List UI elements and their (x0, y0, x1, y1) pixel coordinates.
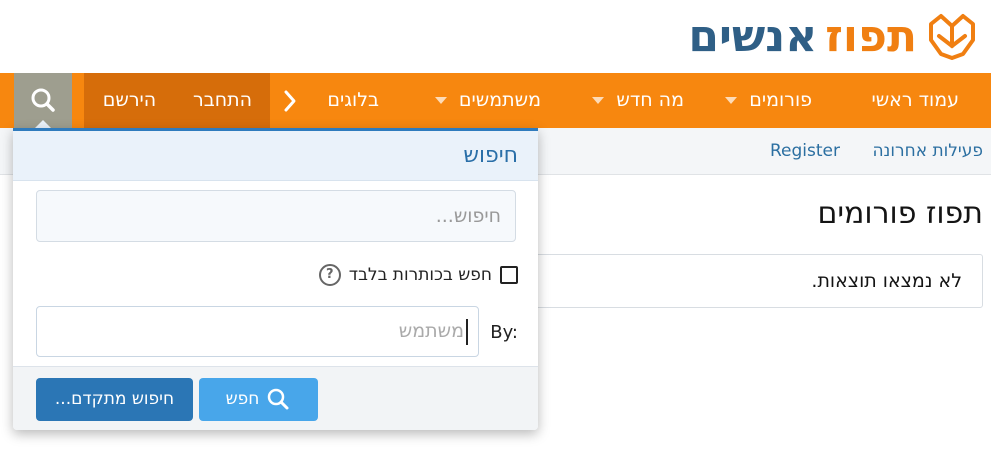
search-icon (268, 388, 289, 410)
chevron-down-icon (434, 97, 447, 104)
search-button-label: חפש (225, 389, 260, 409)
nav-blogs[interactable]: בלוגים (327, 73, 379, 128)
subnav-register[interactable]: Register (770, 128, 840, 174)
nav-whats-new[interactable]: מה חדש (592, 73, 684, 128)
advanced-search-button[interactable]: חיפוש מתקדם... (36, 378, 193, 421)
site-logo[interactable]: תפוז אנשים (688, 8, 979, 66)
chevron-down-icon (592, 97, 605, 104)
search-panel-title: חיפוש (463, 143, 518, 168)
logo-text-primary: תפוז (825, 11, 917, 62)
chevron-down-icon (725, 97, 738, 104)
subnav-recent-activity[interactable]: פעילות אחרונה (872, 128, 983, 174)
nav-members-label: משתמשים (458, 89, 541, 111)
nav-forums[interactable]: פורומים (725, 73, 812, 128)
nav-members[interactable]: משתמשים (434, 73, 541, 128)
search-panel-header: חיפוש (13, 128, 538, 181)
search-panel-footer: חפש חיפוש מתקדם... (13, 366, 538, 430)
logo-icon (929, 14, 975, 60)
nav-home[interactable]: עמוד ראשי (871, 73, 959, 128)
user-input[interactable]: משתמש (36, 306, 479, 357)
nav-whats-new-label: מה חדש (616, 89, 684, 111)
main-nav: עמוד ראשי פורומים מה חדש משתמשים בלוגים … (0, 73, 991, 128)
nav-forums-label: פורומים (749, 89, 812, 111)
titles-only-option[interactable]: חפש בכותרות בלבד ? (318, 261, 518, 289)
titles-only-checkbox[interactable] (500, 266, 518, 284)
page-title: תפוז פורומים (817, 196, 983, 231)
no-results-message: לא נמצאו תוצאות. (811, 270, 962, 292)
nav-login[interactable]: התחבר (175, 73, 270, 128)
text-cursor (466, 318, 468, 345)
logo-text-secondary: אנשים (688, 11, 818, 62)
help-icon[interactable]: ? (318, 264, 341, 286)
user-input-placeholder: משתמש (398, 320, 464, 342)
search-button[interactable]: חפש (199, 378, 318, 421)
search-panel: חיפוש חיפוש... חפש בכותרות בלבד ? By: מש… (13, 128, 538, 430)
by-label: By: (490, 322, 518, 343)
search-input[interactable]: חיפוש... (36, 190, 516, 242)
chevron-right-icon (284, 90, 296, 111)
titles-only-label: חפש בכותרות בלבד (348, 265, 492, 285)
nav-register[interactable]: הירשם (84, 73, 175, 128)
nav-more[interactable] (275, 73, 297, 128)
site-header: תפוז אנשים (0, 0, 991, 73)
